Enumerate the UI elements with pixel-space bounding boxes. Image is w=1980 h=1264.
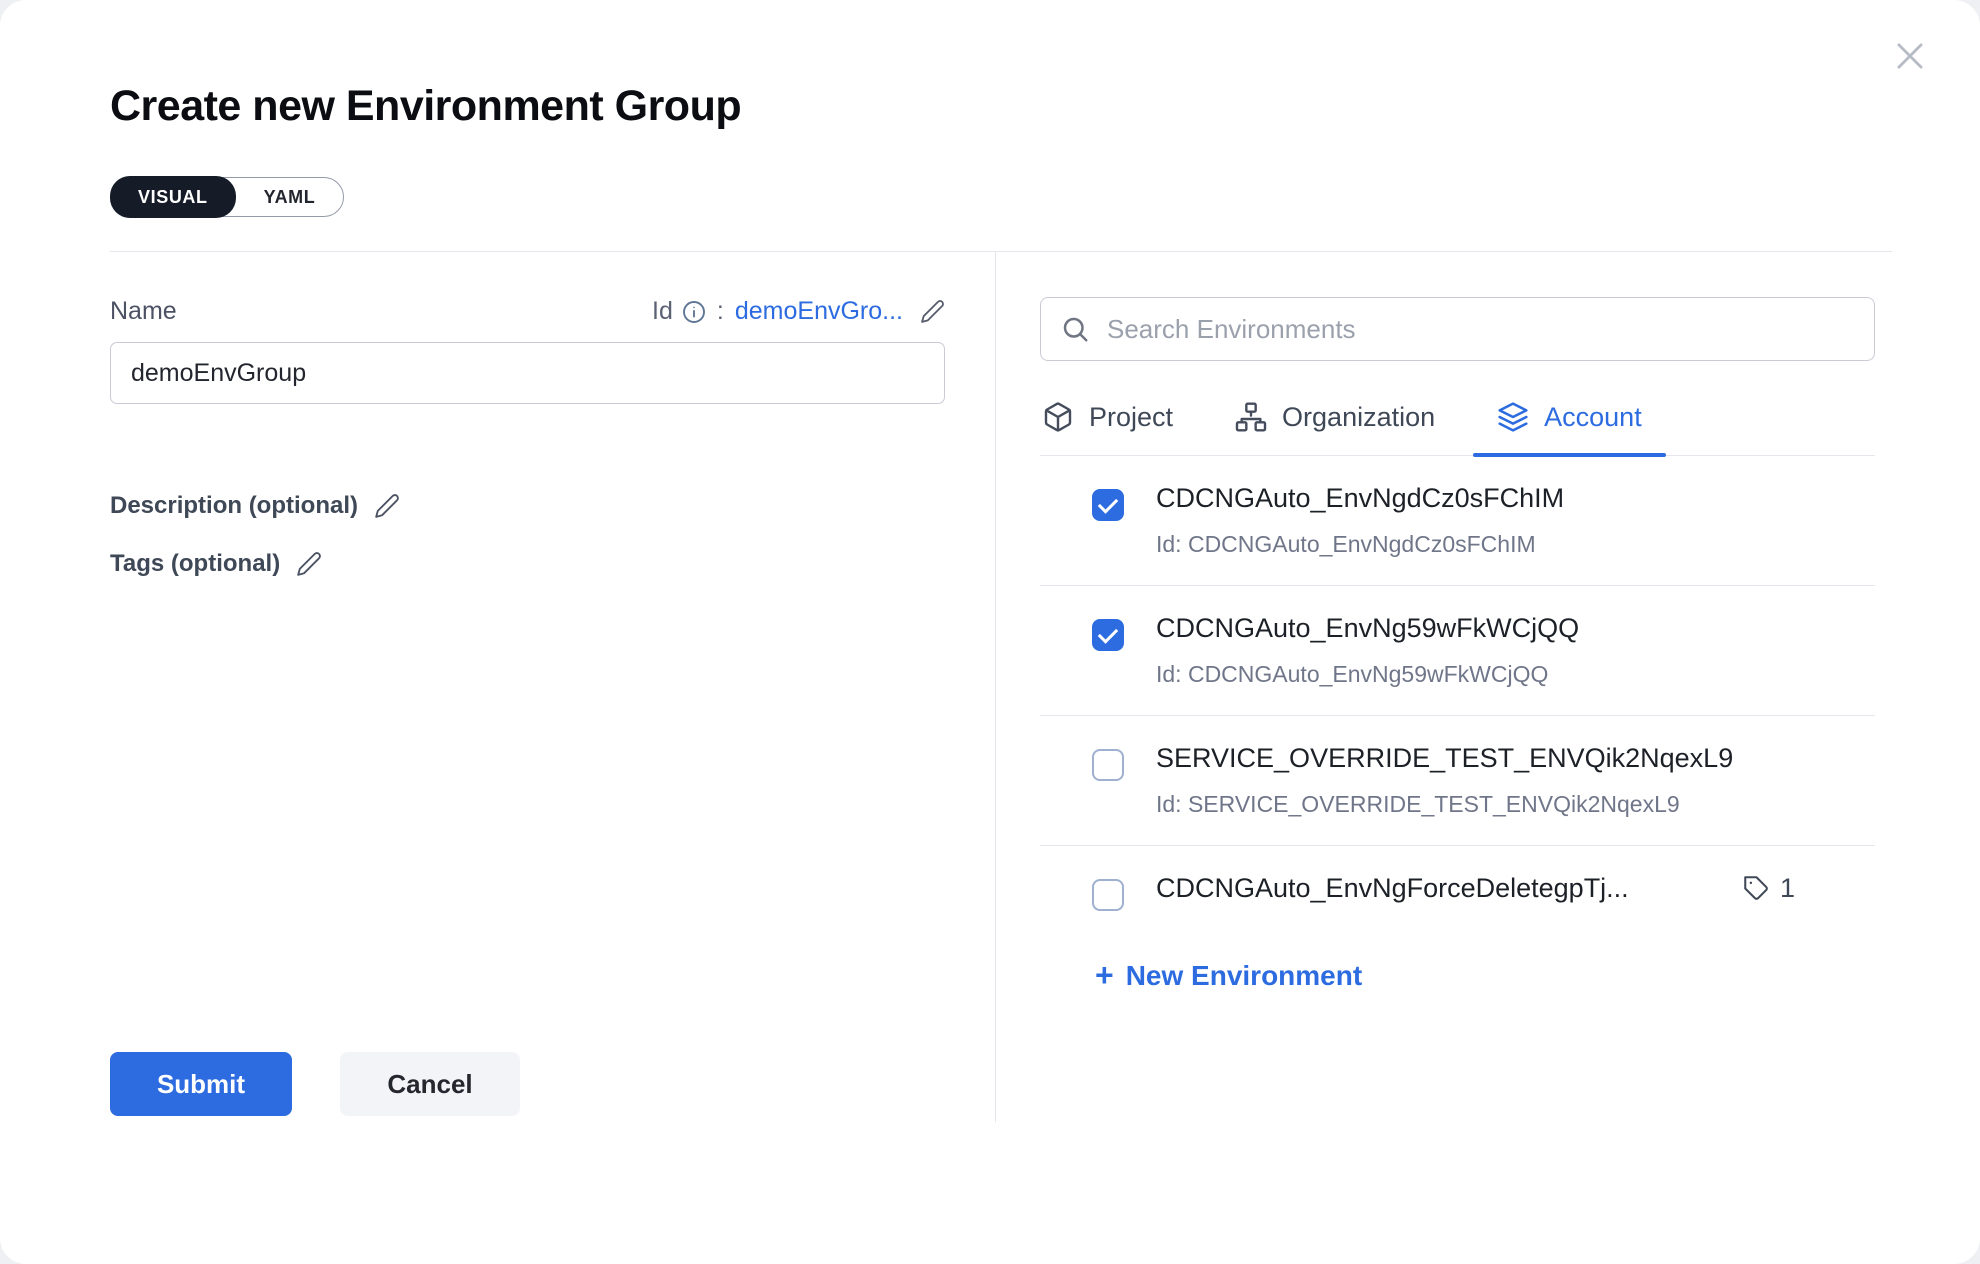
description-label: Description (optional) [110,492,358,520]
edit-tags-icon[interactable] [296,551,322,577]
page-title: Create new Environment Group [110,82,1980,131]
environment-checkbox[interactable] [1092,619,1124,651]
close-icon[interactable] [1890,36,1930,76]
tag-count: 1 [1780,873,1795,904]
form-actions: Submit Cancel [110,1052,945,1116]
tab-account-label: Account [1544,402,1642,433]
search-environments-input[interactable] [1040,297,1875,361]
environment-name: CDCNGAuto_EnvNg59wFkWCjQQ [1156,613,1579,644]
tag-icon [1743,875,1770,902]
list-item[interactable]: CDCNGAuto_EnvNgForceDeletegpTj... 1 [1040,846,1875,920]
tags-row: Tags (optional) [110,550,945,578]
environment-checkbox[interactable] [1092,749,1124,781]
environment-name: SERVICE_OVERRIDE_TEST_ENVQik2NqexL9 [1156,743,1733,774]
id-colon: : [717,297,724,326]
environment-texts: SERVICE_OVERRIDE_TEST_ENVQik2NqexL9 Id: … [1156,743,1875,818]
form-column: Name Id : demoEnvGro... [110,252,945,1216]
environment-id: Id: CDCNGAuto_EnvNgdCz0sFChIM [1156,531,1875,558]
info-icon[interactable] [682,300,706,324]
modal-content: Name Id : demoEnvGro... [0,252,1980,1216]
name-label: Name [110,297,177,326]
create-environment-group-modal: Create new Environment Group VISUAL YAML… [0,0,1980,1264]
environment-id: Id: SERVICE_OVERRIDE_TEST_ENVQik2NqexL9 [1156,791,1875,818]
environment-id-clipped: Id: CDCNGAuto_EnvNgForceDeletegpTjXUQVQ [1156,904,1875,920]
search-box [1040,297,1875,361]
environment-texts: CDCNGAuto_EnvNg59wFkWCjQQ Id: CDCNGAuto_… [1156,613,1875,688]
environment-texts: CDCNGAuto_EnvNgForceDeletegpTj... 1 [1156,873,1875,920]
environment-id: Id: CDCNGAuto_EnvNg59wFkWCjQQ [1156,661,1875,688]
layers-icon [1497,401,1529,433]
name-input[interactable] [110,342,945,404]
list-item[interactable]: SERVICE_OVERRIDE_TEST_ENVQik2NqexL9 Id: … [1040,716,1875,846]
hierarchy-icon [1235,401,1267,433]
id-value[interactable]: demoEnvGro... [735,297,903,326]
new-environment-button[interactable]: + New Environment [1095,960,1362,992]
list-item[interactable]: CDCNGAuto_EnvNgdCz0sFChIM Id: CDCNGAuto_… [1040,456,1875,586]
environment-checkbox[interactable] [1092,489,1124,521]
tag-count-badge: 1 [1743,873,1795,904]
scope-tabs: Project Organization [1040,389,1875,456]
environment-checkbox[interactable] [1092,879,1124,911]
edit-id-icon[interactable] [920,299,945,324]
toggle-yaml[interactable]: YAML [236,177,344,217]
toggle-visual[interactable]: VISUAL [110,176,236,218]
list-item[interactable]: CDCNGAuto_EnvNg59wFkWCjQQ Id: CDCNGAuto_… [1040,586,1875,716]
environment-name: CDCNGAuto_EnvNgdCz0sFChIM [1156,483,1564,514]
id-label: Id [652,297,673,326]
tab-organization[interactable]: Organization [1233,389,1437,455]
plus-icon: + [1095,959,1114,991]
environment-name: CDCNGAuto_EnvNgForceDeletegpTj... [1156,873,1629,904]
cube-icon [1042,401,1074,433]
edit-description-icon[interactable] [374,493,400,519]
environments-panel: Project Organization [996,252,1875,1216]
visual-yaml-toggle: VISUAL YAML [110,177,344,217]
environment-list: CDCNGAuto_EnvNgdCz0sFChIM Id: CDCNGAuto_… [1040,456,1875,920]
description-row: Description (optional) [110,492,945,520]
tab-account[interactable]: Account [1495,389,1644,455]
tab-project-label: Project [1089,402,1173,433]
tab-project[interactable]: Project [1040,389,1175,455]
cancel-button[interactable]: Cancel [340,1052,520,1116]
new-environment-label: New Environment [1126,960,1362,992]
environment-texts: CDCNGAuto_EnvNgdCz0sFChIM Id: CDCNGAuto_… [1156,483,1875,558]
submit-button[interactable]: Submit [110,1052,292,1116]
name-row: Name Id : demoEnvGro... [110,297,945,326]
id-cluster: Id : demoEnvGro... [652,297,945,326]
tags-label: Tags (optional) [110,550,280,578]
tab-organization-label: Organization [1282,402,1435,433]
